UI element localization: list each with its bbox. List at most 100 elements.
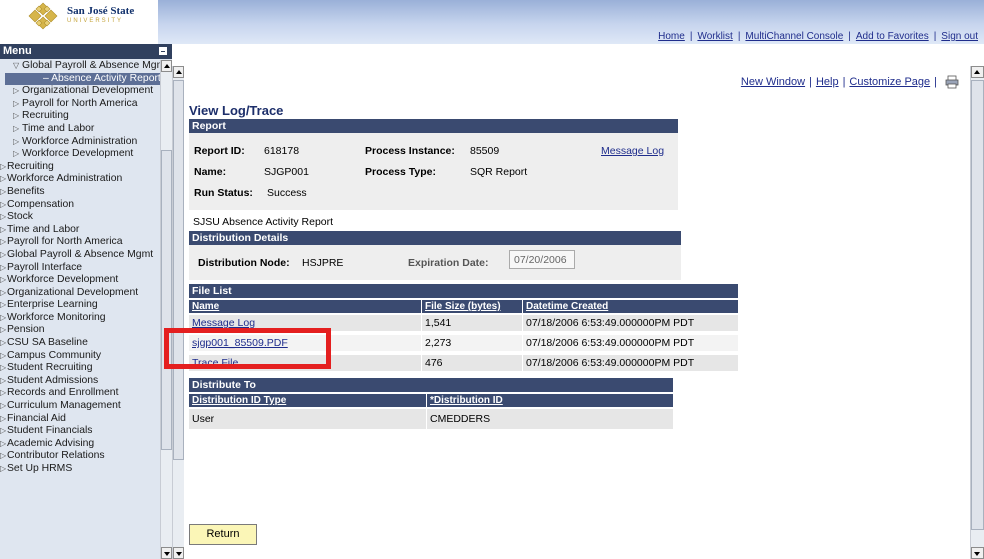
- print-icon[interactable]: [945, 75, 959, 89]
- menu-item[interactable]: ▷ Payroll Interface: [0, 262, 172, 275]
- menu-item[interactable]: ▷ Workforce Administration: [0, 173, 172, 186]
- menu-item-label: Curriculum Management: [7, 400, 121, 412]
- menu-item[interactable]: ▷ Student Financials: [0, 425, 172, 438]
- menu-item[interactable]: ▷ Financial Aid: [0, 413, 172, 426]
- report-id-label: Report ID:: [194, 145, 245, 157]
- menu-scroll-thumb[interactable]: [161, 150, 172, 450]
- collapsed-arrow-icon: ▷: [0, 300, 7, 310]
- menu-item[interactable]: ▷ Stock: [0, 211, 172, 224]
- col-distribution-id-type-header[interactable]: Distribution ID Type: [189, 394, 427, 407]
- top-banner: San José State UNIVERSITY Home | Worklist |…: [0, 0, 984, 44]
- menu-item[interactable]: ▷ Recruiting: [0, 110, 172, 123]
- expiration-date-field: 07/20/2006: [509, 250, 575, 269]
- navigation-menu: Menu ▽ Global Payroll & Absence Mgmt – Abs…: [0, 44, 172, 559]
- menu-item[interactable]: ▷ Enterprise Learning: [0, 299, 172, 312]
- sjsu-logo-mark-icon: [28, 2, 58, 30]
- col-name-header[interactable]: Name: [189, 300, 422, 313]
- new-window-link[interactable]: New Window: [741, 76, 805, 88]
- menu-item[interactable]: ▷ Workforce Monitoring: [0, 312, 172, 325]
- menu-item-label: Pension: [7, 324, 45, 336]
- menu-item[interactable]: ▷ Records and Enrollment: [0, 387, 172, 400]
- menu-item[interactable]: – Absence Activity Report: [5, 72, 172, 86]
- menu-item[interactable]: ▷ Benefits: [0, 186, 172, 199]
- menu-item-label: Workforce Monitoring: [7, 311, 106, 323]
- menu-item[interactable]: ▷ Payroll for North America: [0, 236, 172, 249]
- content-right-scrollbar[interactable]: [970, 66, 984, 559]
- col-file-size-header[interactable]: File Size (bytes): [422, 300, 523, 313]
- menu-item[interactable]: ▷ Compensation: [0, 199, 172, 212]
- menu-item[interactable]: ▷ Student Admissions: [0, 375, 172, 388]
- university-logo: San José State UNIVERSITY: [27, 2, 157, 32]
- menu-item[interactable]: ▽ Global Payroll & Absence Mgmt: [0, 60, 172, 73]
- multichannel-console-link[interactable]: MultiChannel Console: [745, 31, 843, 42]
- return-button[interactable]: Return: [189, 524, 257, 545]
- collapsed-arrow-icon: ▷: [0, 451, 7, 461]
- menu-item[interactable]: ▷ CSU SA Baseline: [0, 337, 172, 350]
- collapsed-arrow-icon: ▷: [0, 199, 7, 209]
- page-scroll-thumb[interactable]: [971, 80, 984, 530]
- menu-item[interactable]: ▷ Payroll for North America: [0, 98, 172, 111]
- content-scroll-thumb[interactable]: [173, 80, 184, 460]
- menu-item[interactable]: ▷ Pension: [0, 324, 172, 337]
- menu-item[interactable]: ▷ Organizational Development: [0, 287, 172, 300]
- menu-list: ▽ Global Payroll & Absence Mgmt – Absence …: [0, 60, 172, 476]
- menu-item[interactable]: ▷ Recruiting: [0, 161, 172, 174]
- menu-item[interactable]: ▷ Student Recruiting: [0, 362, 172, 375]
- distribution-details-panel: Distribution Node: HSJPRE Expiration Dat…: [189, 245, 681, 280]
- menu-item-label: Student Admissions: [7, 374, 99, 386]
- menu-item-label: Time and Labor: [7, 223, 80, 235]
- menu-item[interactable]: ▷ Workforce Administration: [0, 136, 172, 149]
- page-title: View Log/Trace: [189, 103, 284, 118]
- customize-page-link[interactable]: Customize Page: [849, 76, 930, 88]
- collapsed-arrow-icon: ▷: [13, 98, 20, 108]
- report-section-header: Report: [189, 119, 678, 133]
- collapsed-arrow-icon: ▷: [0, 224, 7, 234]
- collapse-menu-icon[interactable]: [158, 46, 168, 56]
- menu-item-label: CSU SA Baseline: [7, 337, 88, 349]
- menu-item[interactable]: ▷ Campus Community: [0, 350, 172, 363]
- scroll-down-arrow-icon[interactable]: [173, 547, 184, 559]
- collapsed-arrow-icon: ▷: [0, 375, 7, 385]
- content-left-scrollbar[interactable]: [172, 66, 184, 559]
- menu-item[interactable]: ▷ Academic Advising: [0, 438, 172, 451]
- menu-item[interactable]: ▷ Organizational Development: [0, 85, 172, 98]
- col-distribution-id-header[interactable]: *Distribution ID: [427, 394, 673, 407]
- file-list-header: File List: [189, 284, 738, 298]
- scroll-down-arrow-icon[interactable]: [971, 547, 984, 559]
- process-type-value: SQR Report: [470, 166, 528, 178]
- add-to-favorites-link[interactable]: Add to Favorites: [856, 31, 929, 42]
- menu-item[interactable]: ▷ Time and Labor: [0, 123, 172, 136]
- scroll-up-arrow-icon[interactable]: [173, 66, 184, 78]
- name-value: SJGP001: [264, 166, 309, 178]
- message-log-link[interactable]: Message Log: [601, 145, 664, 157]
- scroll-up-arrow-icon[interactable]: [161, 60, 172, 72]
- menu-item-label: Stock: [7, 211, 33, 223]
- scroll-up-arrow-icon[interactable]: [971, 66, 984, 78]
- sign-out-link[interactable]: Sign out: [941, 31, 978, 42]
- collapsed-arrow-icon: ▷: [13, 149, 20, 159]
- menu-item-label: Workforce Development: [7, 274, 119, 286]
- header-bar: Home | Worklist | MultiChannel Console | Add t…: [158, 0, 984, 44]
- collapsed-arrow-icon: ▷: [0, 338, 7, 348]
- datetime-cell: 07/18/2006 6:53:49.000000PM PDT: [526, 357, 695, 369]
- file-size-cell: 1,541: [422, 315, 523, 331]
- menu-item-label: – Absence Activity Report: [43, 72, 161, 84]
- worklist-link[interactable]: Worklist: [697, 31, 732, 42]
- content-frame: New Window | Help | Customize Page | View Log…: [172, 44, 984, 559]
- menu-item[interactable]: ▷ Workforce Development: [0, 274, 172, 287]
- menu-item[interactable]: ▷ Contributor Relations: [0, 450, 172, 463]
- col-datetime-header[interactable]: Datetime Created: [523, 300, 738, 313]
- menu-item[interactable]: ▷ Time and Labor: [0, 224, 172, 237]
- scroll-down-arrow-icon[interactable]: [161, 547, 172, 559]
- menu-item[interactable]: ▷ Curriculum Management: [0, 400, 172, 413]
- home-link[interactable]: Home: [658, 31, 685, 42]
- menu-item[interactable]: ▷ Global Payroll & Absence Mgmt: [0, 249, 172, 262]
- help-link[interactable]: Help: [816, 76, 839, 88]
- menu-scrollbar[interactable]: [160, 60, 172, 559]
- collapsed-arrow-icon: ▷: [0, 401, 7, 411]
- name-label: Name:: [194, 166, 227, 178]
- collapsed-arrow-icon: ▷: [0, 363, 7, 373]
- collapsed-arrow-icon: ▷: [0, 312, 7, 322]
- menu-item[interactable]: ▷ Set Up HRMS: [0, 463, 172, 476]
- menu-item[interactable]: ▷ Workforce Development: [0, 148, 172, 161]
